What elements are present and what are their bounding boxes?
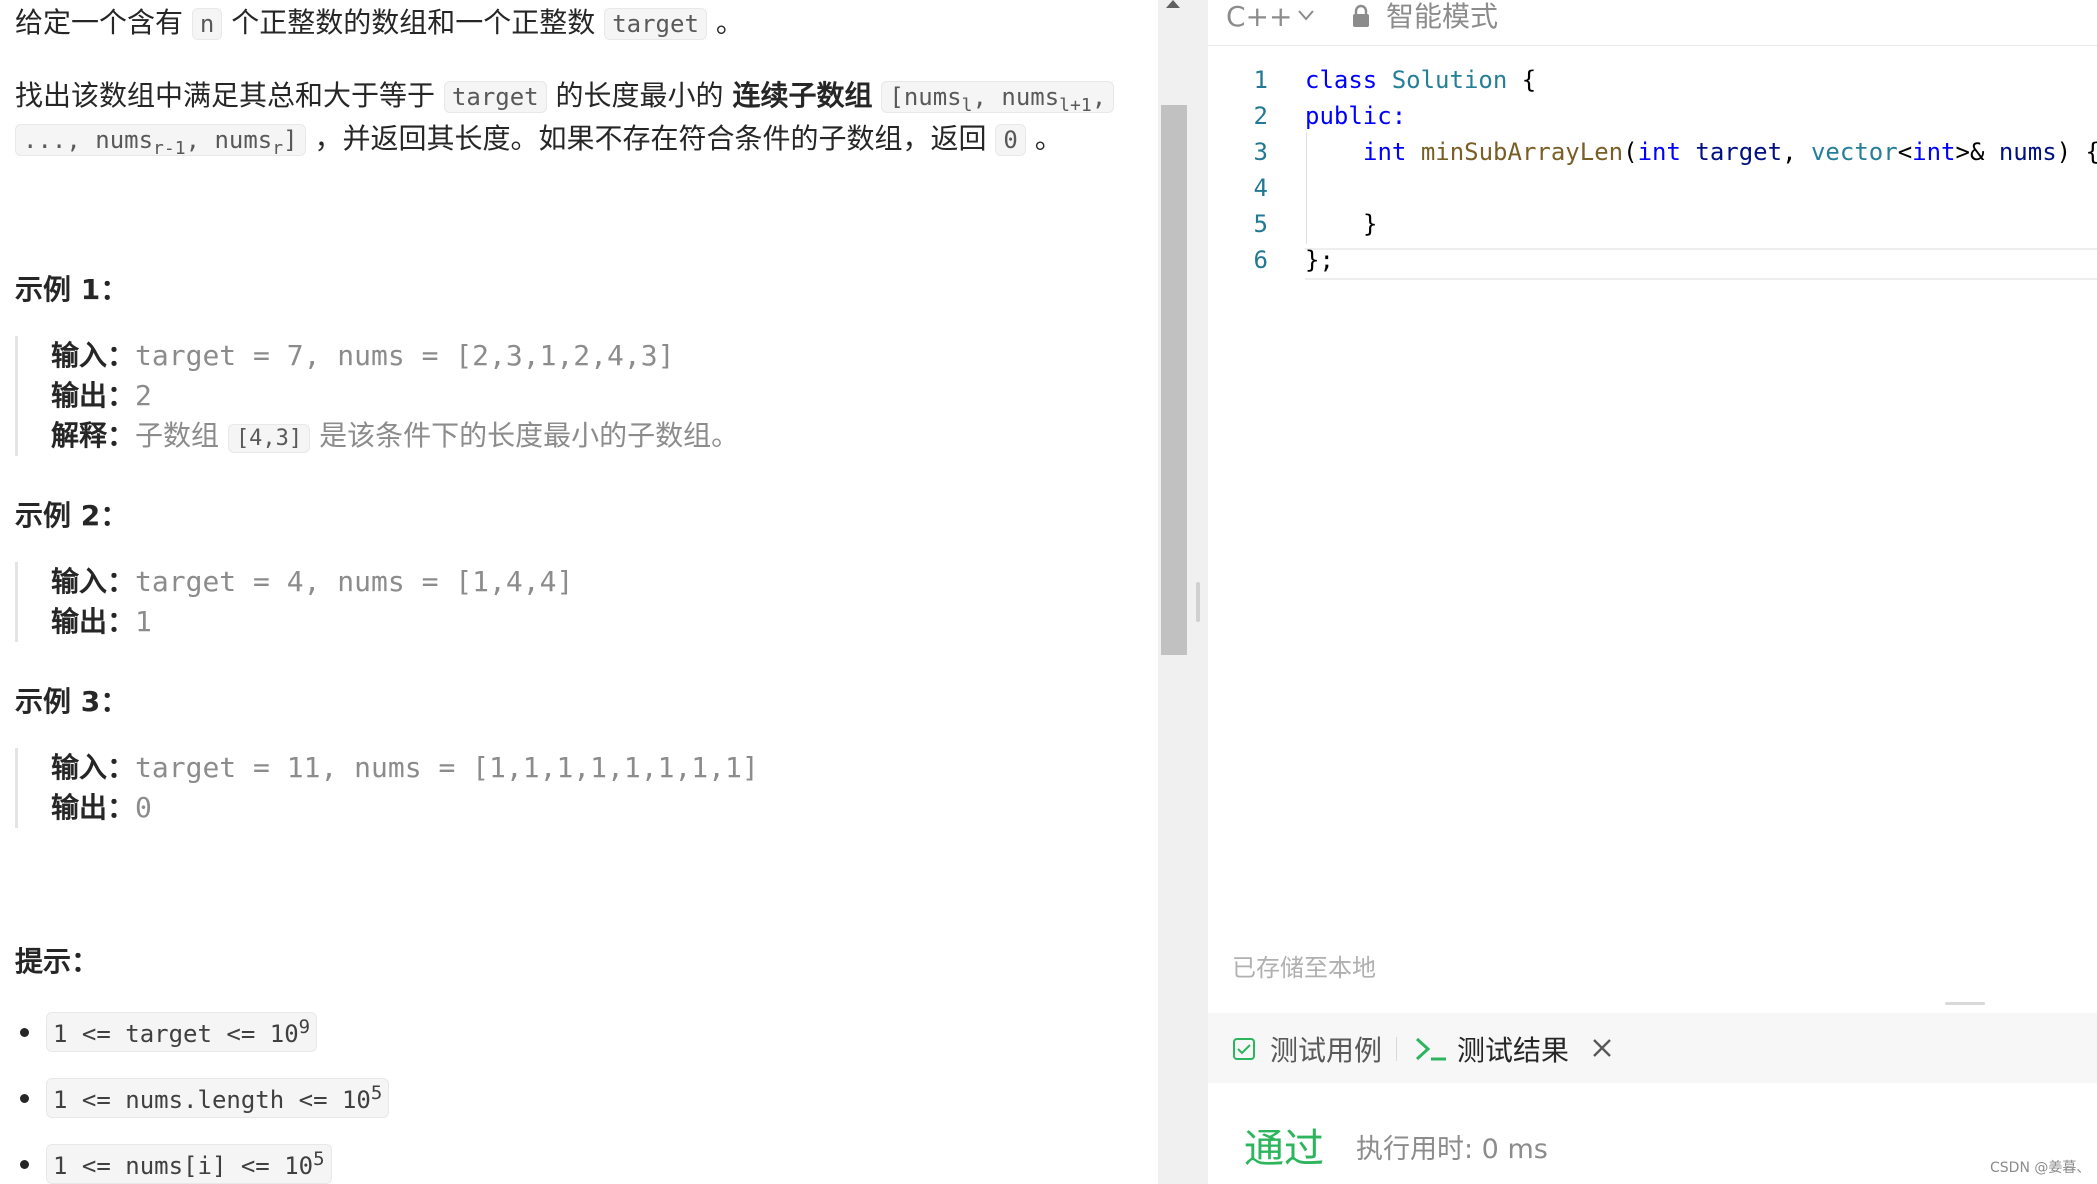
- test-console: 测试用例 测试结果 通过 执行用时: 0 ms: [1208, 1013, 2097, 1184]
- inline-code-target: target: [443, 81, 547, 113]
- current-line-highlight: [1305, 248, 2097, 280]
- code-line[interactable]: };: [1305, 246, 1334, 274]
- code-line[interactable]: }: [1363, 210, 1377, 238]
- line-number: 4: [1253, 174, 1268, 202]
- inline-code-subarray: [numsl, numsl+1,: [881, 81, 1115, 116]
- code-editor-pane: C++ 智能模式 1 2 3 4 5 6 class Solution { pu…: [1208, 0, 2097, 995]
- splitter-handle[interactable]: [1196, 582, 1200, 622]
- code-line[interactable]: class Solution {: [1305, 66, 1536, 94]
- editor-mode[interactable]: 智能模式: [1386, 0, 1498, 34]
- editor-toolbar: C++ 智能模式: [1208, 0, 2097, 46]
- console-tabs: 测试用例 测试结果: [1208, 1013, 2097, 1083]
- code-line[interactable]: int minSubArrayLen(int target, vector<in…: [1363, 138, 2097, 166]
- statement-text: 的长度最小的: [555, 79, 724, 112]
- example-row: 输入：target = 11, nums = [1,1,1,1,1,1,1,1]: [51, 751, 759, 784]
- statement-text: 个正整数的数组和一个正整数: [231, 6, 596, 39]
- inline-code-subarray-end: ..., numsr-1, numsr]: [15, 124, 306, 159]
- example-row: 输出：0: [51, 791, 152, 824]
- line-number: 3: [1253, 138, 1268, 166]
- result-status: 通过: [1244, 1126, 1324, 1172]
- example-1-block: 输入：target = 7, nums = [2,3,1,2,4,3] 输出：2…: [15, 336, 915, 456]
- statement-line-1: 给定一个含有 n 个正整数的数组和一个正整数 target 。: [15, 2, 744, 45]
- example-row: 输入：target = 7, nums = [2,3,1,2,4,3]: [51, 339, 675, 372]
- chevron-down-icon[interactable]: [1296, 5, 1316, 25]
- example-row: 输出：2: [51, 379, 152, 412]
- console-resize-handle[interactable]: [1945, 1002, 1985, 1005]
- statement-bold: 连续子数组: [732, 79, 873, 112]
- hints-title: 提示：: [15, 945, 100, 978]
- example-2-title: 示例 2：: [15, 499, 129, 532]
- example-1-title: 示例 1：: [15, 273, 129, 306]
- statement-text: 。: [1034, 122, 1063, 155]
- terminal-icon[interactable]: [1414, 1035, 1448, 1063]
- line-number: 5: [1253, 210, 1268, 238]
- code-line[interactable]: public:: [1305, 102, 1406, 130]
- checkbox-icon[interactable]: [1232, 1037, 1256, 1061]
- statement-text: 。: [715, 6, 744, 39]
- example-row: 输出：1: [51, 605, 152, 638]
- bullet-icon: [20, 1159, 29, 1169]
- hint-item: 1 <= nums[i] <= 105: [20, 1144, 332, 1184]
- statement-line-3: ..., numsr-1, numsr] ，并返回其长度。如果不存在符合条件的子…: [15, 118, 1063, 170]
- bullet-icon: [20, 1027, 29, 1037]
- line-number: 1: [1253, 66, 1268, 94]
- example-row: 输入：target = 4, nums = [1,4,4]: [51, 565, 574, 598]
- runtime-text: 执行用时: 0 ms: [1356, 1134, 1548, 1165]
- scroll-up-icon[interactable]: [1166, 0, 1180, 8]
- scrollbar-thumb[interactable]: [1161, 105, 1187, 655]
- lock-icon: [1353, 4, 1369, 27]
- inline-code-n: n: [191, 8, 223, 40]
- example-3-block: 输入：target = 11, nums = [1,1,1,1,1,1,1,1]…: [15, 748, 915, 828]
- saved-status: 已存储至本地: [1232, 954, 1376, 982]
- hint-item: 1 <= nums.length <= 105: [20, 1078, 390, 1118]
- language-selector[interactable]: C++: [1226, 0, 1292, 34]
- statement-text: 给定一个含有: [15, 6, 184, 39]
- indent-guide: [1306, 132, 1307, 244]
- line-number: 6: [1253, 246, 1268, 274]
- close-icon[interactable]: [1591, 1037, 1613, 1059]
- example-row: 解释：子数组 [4,3] 是该条件下的长度最小的子数组。: [51, 419, 740, 453]
- example-3-title: 示例 3：: [15, 685, 129, 718]
- line-number: 2: [1253, 102, 1268, 130]
- inline-code-zero: 0: [995, 124, 1026, 156]
- tab-test-result[interactable]: 测试结果: [1457, 1029, 1569, 1069]
- problem-description-pane: 给定一个含有 n 个正整数的数组和一个正整数 target 。 找出该数组中满足…: [0, 0, 1158, 1184]
- tab-divider: [1396, 1037, 1397, 1061]
- watermark: CSDN @姜暮、: [1990, 1160, 2091, 1176]
- hint-item: 1 <= target <= 109: [20, 1012, 318, 1052]
- inline-code-target: target: [604, 8, 707, 40]
- example-2-block: 输入：target = 4, nums = [1,4,4] 输出：1: [15, 562, 915, 642]
- bullet-icon: [20, 1093, 29, 1103]
- tab-testcase[interactable]: 测试用例: [1270, 1029, 1382, 1069]
- statement-text: ，并返回其长度。如果不存在符合条件的子数组，返回: [314, 122, 987, 155]
- statement-text: 找出该数组中满足其总和大于等于: [15, 79, 436, 112]
